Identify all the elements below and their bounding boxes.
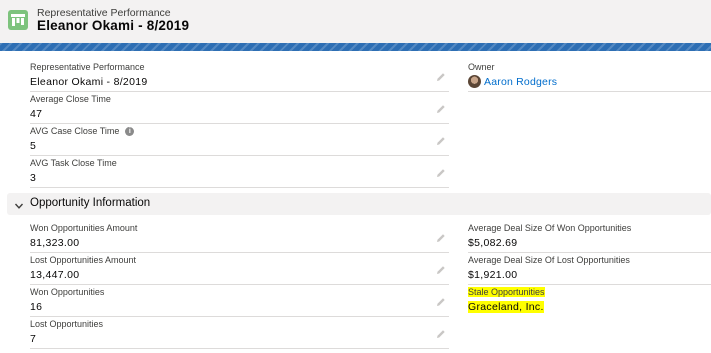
pencil-icon[interactable] bbox=[436, 168, 446, 178]
pencil-icon[interactable] bbox=[436, 233, 446, 243]
owner-link[interactable]: Aaron Rodgers bbox=[484, 76, 557, 88]
info-icon[interactable]: i bbox=[125, 127, 135, 137]
field-label: Owner bbox=[468, 62, 495, 72]
field-value: 3 bbox=[30, 172, 37, 184]
field-lost-opportunities: Lost Opportunities 7 bbox=[30, 319, 449, 349]
field-value: Graceland, Inc. bbox=[468, 301, 544, 313]
field-label: Lost Opportunities Amount bbox=[30, 255, 137, 265]
field-label: Won Opportunities Amount bbox=[30, 223, 138, 233]
field-average-close-time: Average Close Time 47 bbox=[30, 94, 449, 124]
divider bbox=[30, 187, 449, 188]
field-value: 81,323.00 bbox=[30, 237, 80, 249]
section-title: Opportunity Information bbox=[30, 197, 151, 209]
pencil-icon[interactable] bbox=[436, 136, 446, 146]
avatar bbox=[468, 75, 481, 88]
field-value: Eleanor Okami - 8/2019 bbox=[30, 76, 148, 88]
field-label-text: AVG Case Close Time bbox=[30, 126, 120, 136]
field-value: 47 bbox=[30, 108, 43, 120]
divider bbox=[468, 91, 711, 92]
divider bbox=[30, 348, 449, 349]
field-value: $1,921.00 bbox=[468, 269, 518, 281]
divider bbox=[468, 284, 711, 285]
field-label: Representative Performance bbox=[30, 62, 145, 72]
field-avg-task-close-time: AVG Task Close Time 3 bbox=[30, 158, 449, 188]
pencil-icon[interactable] bbox=[436, 72, 446, 82]
field-label: Average Deal Size Of Lost Opportunities bbox=[468, 255, 630, 265]
brand-band bbox=[0, 43, 711, 51]
field-value: 5 bbox=[30, 140, 37, 152]
divider bbox=[30, 316, 449, 317]
field-avg-deal-size-won: Average Deal Size Of Won Opportunities $… bbox=[468, 223, 711, 253]
field-won-opportunities: Won Opportunities 16 bbox=[30, 287, 449, 317]
field-avg-case-close-time: AVG Case Close Time i 5 bbox=[30, 126, 449, 156]
divider bbox=[30, 155, 449, 156]
field-won-opportunities-amount: Won Opportunities Amount 81,323.00 bbox=[30, 223, 449, 253]
section-header-opportunity-information[interactable]: Opportunity Information bbox=[7, 193, 711, 215]
pencil-icon[interactable] bbox=[436, 329, 446, 339]
field-label: Lost Opportunities bbox=[30, 319, 104, 329]
field-representative-performance: Representative Performance Eleanor Okami… bbox=[30, 62, 449, 92]
divider bbox=[468, 252, 711, 253]
pencil-icon[interactable] bbox=[436, 297, 446, 307]
divider bbox=[30, 252, 449, 253]
field-lost-opportunities-amount: Lost Opportunities Amount 13,447.00 bbox=[30, 255, 449, 285]
field-label: Average Close Time bbox=[30, 94, 111, 104]
field-avg-deal-size-lost: Average Deal Size Of Lost Opportunities … bbox=[468, 255, 711, 285]
pencil-icon[interactable] bbox=[436, 265, 446, 275]
field-label: AVG Case Close Time i bbox=[30, 126, 135, 137]
field-stale-opportunities: Stale Opportunities Graceland, Inc. bbox=[468, 287, 711, 317]
field-value: 13,447.00 bbox=[30, 269, 80, 281]
field-value: $5,082.69 bbox=[468, 237, 518, 249]
divider bbox=[30, 123, 449, 124]
field-label: Stale Opportunities bbox=[468, 287, 545, 297]
divider bbox=[30, 284, 449, 285]
field-owner: Owner Aaron Rodgers bbox=[468, 62, 711, 92]
field-value: 7 bbox=[30, 333, 37, 345]
field-value: 16 bbox=[30, 301, 43, 313]
chevron-down-icon bbox=[14, 198, 24, 209]
field-label: Average Deal Size Of Won Opportunities bbox=[468, 223, 632, 233]
record-title: Eleanor Okami - 8/2019 bbox=[37, 18, 190, 33]
record-icon bbox=[8, 10, 28, 30]
field-label: AVG Task Close Time bbox=[30, 158, 117, 168]
divider bbox=[30, 91, 449, 92]
field-label: Won Opportunities bbox=[30, 287, 105, 297]
pencil-icon[interactable] bbox=[436, 104, 446, 114]
record-header: Representative Performance Eleanor Okami… bbox=[0, 0, 711, 43]
